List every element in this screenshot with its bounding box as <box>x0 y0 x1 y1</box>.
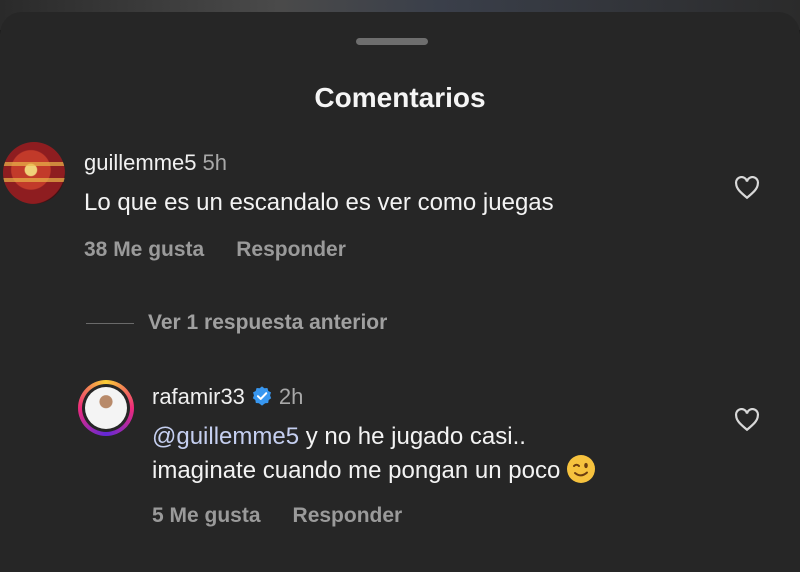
comment-author[interactable]: guillemme5 5h <box>84 150 227 176</box>
replies-divider-line <box>86 322 134 324</box>
heart-icon[interactable] <box>734 176 760 200</box>
avatar[interactable] <box>3 142 65 204</box>
reply-text-line1: y no he jugado casi.. <box>299 423 526 450</box>
reply-text-line2: imaginate cuando me pongan un poco <box>152 457 561 484</box>
reply-button[interactable]: Responder <box>236 238 346 261</box>
view-replies-label[interactable]: Ver 1 respuesta anterior <box>148 311 387 335</box>
reply-reply-button[interactable]: Responder <box>293 504 403 527</box>
sheet-drag-handle[interactable] <box>356 38 428 45</box>
reply-avatar-photo <box>85 387 127 429</box>
reply-text: @guillemme5 y no he jugado casi.. imagin… <box>152 420 596 488</box>
reply-like-count[interactable]: 5 Me gusta <box>152 504 261 527</box>
reply-actions: 5 Me gusta Responder <box>152 504 402 528</box>
winking-face-emoji-icon <box>567 455 596 483</box>
reply-time: 2h <box>278 384 304 409</box>
comment-text: Lo que es un escandalo es ver como juega… <box>84 189 554 216</box>
reply-username[interactable]: rafamir33 <box>152 384 245 409</box>
comment-username[interactable]: guillemme5 <box>84 150 197 175</box>
like-count[interactable]: 38 Me gusta <box>84 238 204 261</box>
sheet-title: Comentarios <box>314 82 486 113</box>
verified-badge-icon <box>252 386 272 406</box>
comment-time: 5h <box>202 150 227 175</box>
mention-link[interactable]: @guillemme5 <box>152 423 299 450</box>
reply-author[interactable]: rafamir33 2h <box>152 384 303 410</box>
reply-avatar[interactable] <box>82 384 130 432</box>
comment-actions: 38 Me gusta Responder <box>84 238 346 262</box>
reply-heart-icon[interactable] <box>734 408 760 432</box>
view-previous-replies[interactable]: Ver 1 respuesta anterior <box>86 308 387 338</box>
